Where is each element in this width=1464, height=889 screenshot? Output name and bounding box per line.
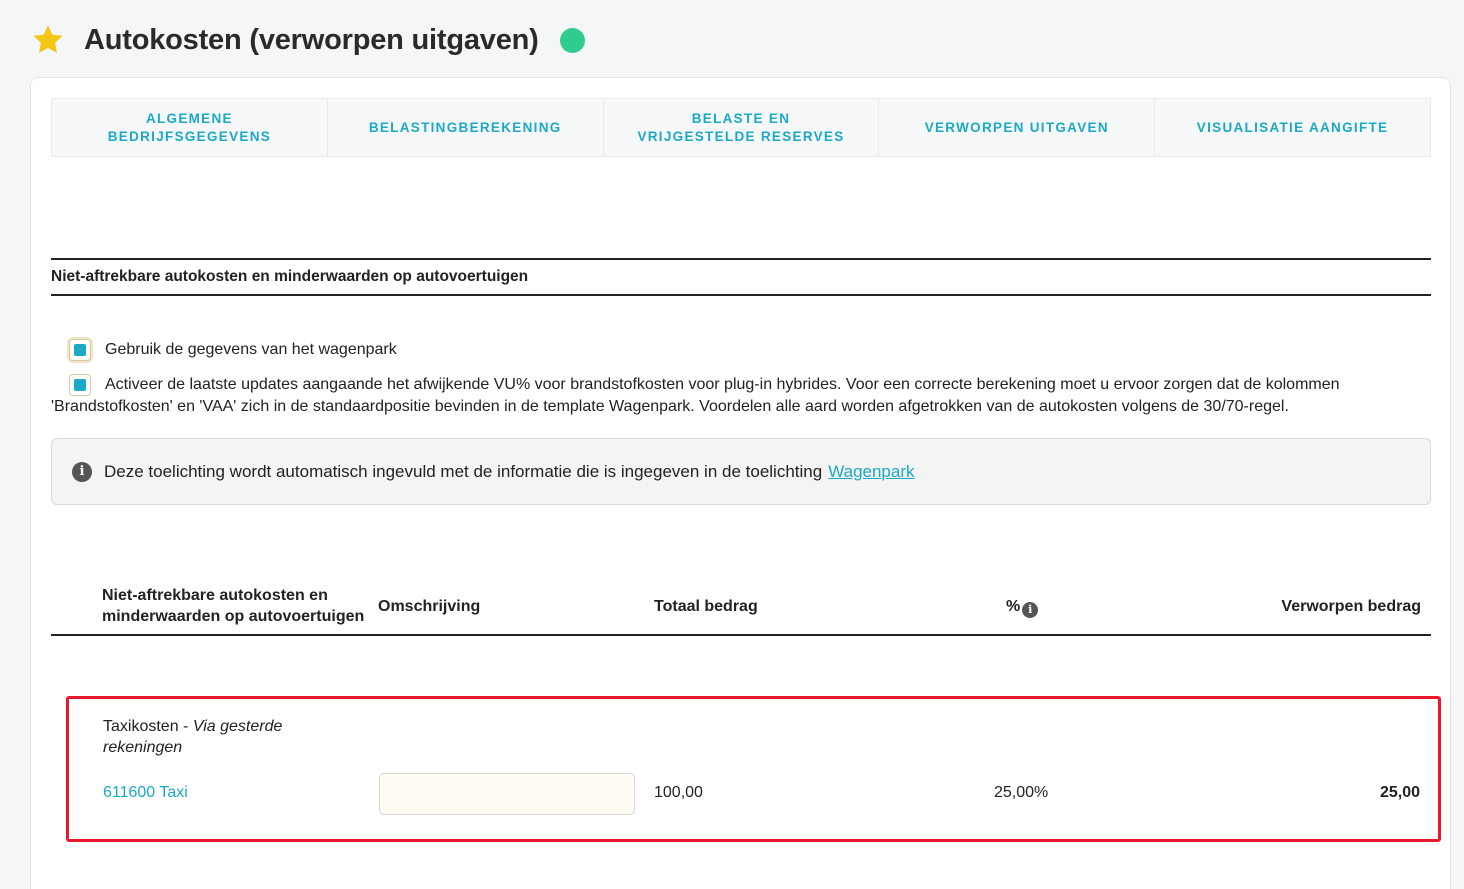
info-text: Deze toelichting wordt automatisch ingev… [104, 461, 823, 481]
use-fleet-option: Gebruik de gegevens van het wagenpark [69, 339, 397, 361]
info-notice: i Deze toelichting wordt automatisch ing… [51, 438, 1431, 505]
row-category-name: Taxikosten - [103, 718, 193, 735]
percent-value: 25,00% [994, 784, 1049, 801]
tab-belastingberekening[interactable]: BELASTINGBEREKENING [328, 99, 604, 156]
use-fleet-checkbox[interactable] [69, 339, 91, 361]
rejected-amount: 25,00 [1379, 784, 1420, 801]
status-indicator [559, 27, 585, 53]
page-header: Autokosten (verworpen uitgaven) [30, 18, 585, 62]
percent-header-label: % [1006, 598, 1021, 615]
section-title: Niet-aftrekbare autokosten en minderwaar… [51, 268, 529, 285]
tab-visualisatie-aangifte[interactable]: VISUALISATIE AANGIFTE [1155, 99, 1430, 156]
main-card: ALGEMENE BEDRIJFSGEGEVENS BELASTINGBEREK… [30, 77, 1451, 889]
tab-bar: ALGEMENE BEDRIJFSGEGEVENS BELASTINGBEREK… [51, 98, 1431, 157]
tab-algemene-bedrijfsgegevens[interactable]: ALGEMENE BEDRIJFSGEGEVENS [52, 99, 328, 156]
description-input[interactable] [379, 773, 635, 815]
tab-belaste-reserves[interactable]: BELASTE EN VRIJGESTELDE RESERVES [604, 99, 880, 156]
check-mark-icon [74, 344, 86, 356]
hybrid-label: Activeer de laatste updates aangaande he… [51, 376, 1340, 415]
use-fleet-label: Gebruik de gegevens van het wagenpark [105, 341, 397, 358]
table-header: Niet-aftrekbare autokosten en minderwaar… [51, 578, 1431, 636]
column-header-total: Totaal bedrag [654, 598, 758, 615]
section-header: Niet-aftrekbare autokosten en minderwaar… [51, 258, 1431, 296]
page-title: Autokosten (verworpen uitgaven) [84, 23, 539, 56]
wagenpark-link[interactable]: Wagenpark [828, 462, 914, 482]
column-header-description: Omschrijving [378, 598, 481, 615]
info-icon: i [72, 461, 92, 482]
column-header-category: Niet-aftrekbare autokosten en minderwaar… [102, 587, 365, 625]
info-icon[interactable]: i [1022, 601, 1039, 618]
account-link[interactable]: 611600 Taxi [103, 784, 188, 802]
star-icon[interactable] [30, 22, 66, 58]
row-category-label: Taxikosten - Via gesterde rekeningen [103, 716, 333, 758]
column-header-rejected: Verworpen bedrag [1281, 598, 1421, 615]
column-header-percent: % i [1006, 596, 1039, 618]
total-amount: 100,00 [654, 784, 703, 801]
tab-verworpen-uitgaven[interactable]: VERWORPEN UITGAVEN [879, 99, 1156, 156]
